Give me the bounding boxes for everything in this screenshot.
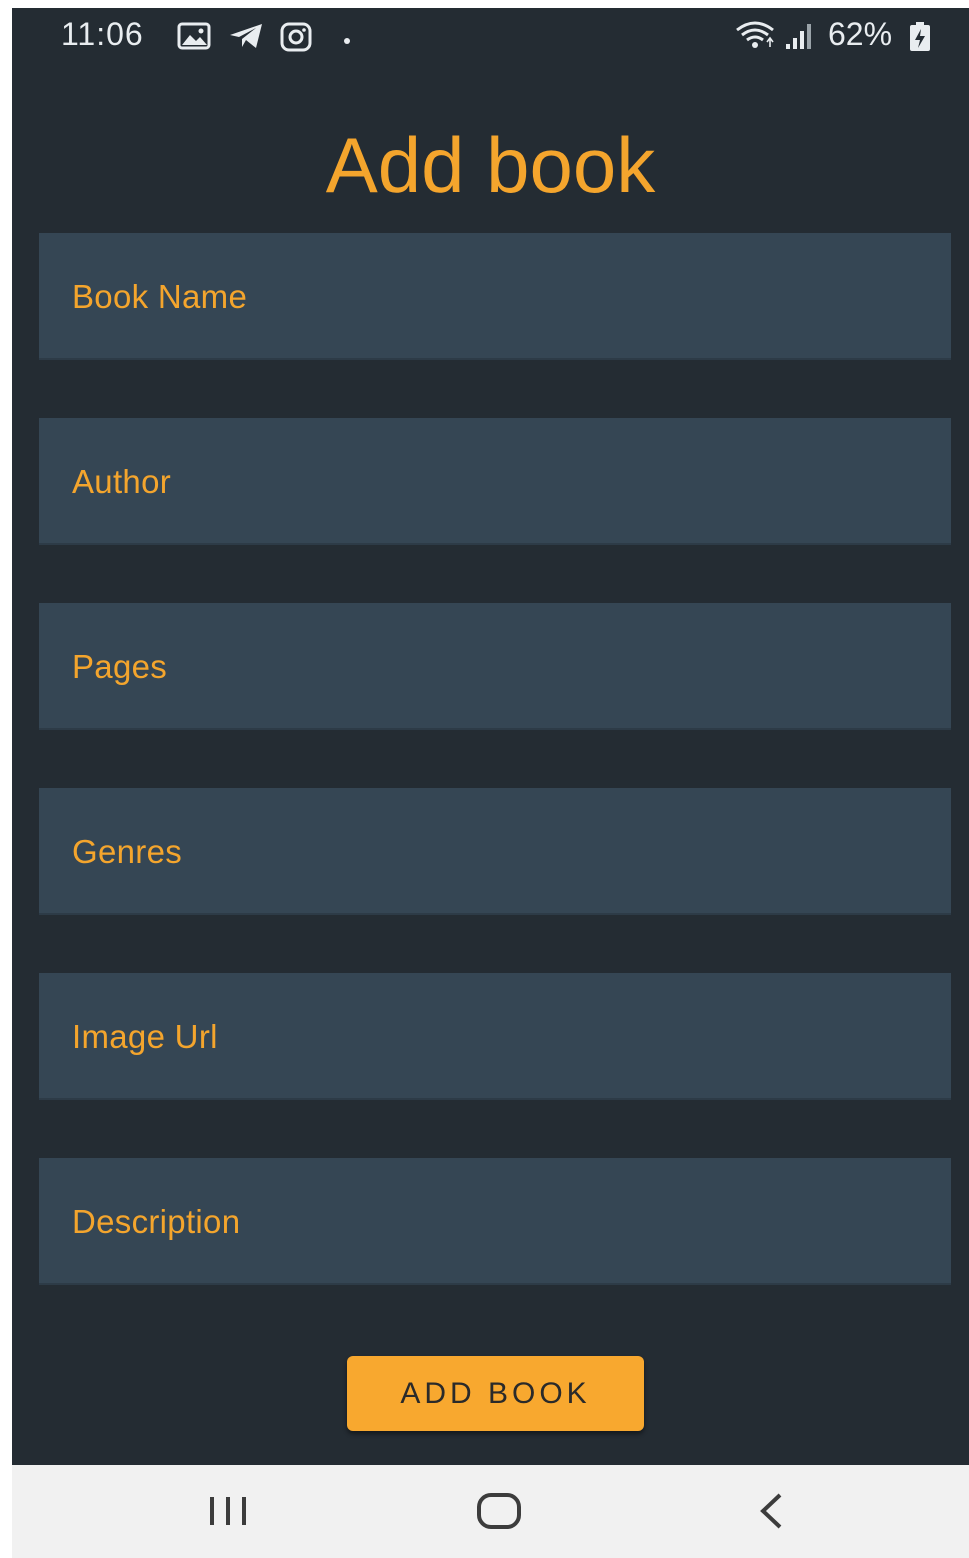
genres-field[interactable]: Genres [39,788,951,915]
navigation-bar [12,1465,969,1558]
image-url-field[interactable]: Image Url [39,973,951,1100]
back-button[interactable] [735,1487,805,1537]
pages-field[interactable]: Pages [39,603,951,730]
status-bar: 11:06 62% [12,8,969,64]
telegram-icon [228,22,264,55]
pages-placeholder: Pages [72,648,168,685]
signal-icon [784,22,814,55]
dot-icon [343,32,351,50]
author-placeholder: Author [72,463,172,500]
genres-placeholder: Genres [72,833,183,870]
gallery-icon [177,22,211,55]
wifi-icon [733,20,777,55]
recent-apps-icon [210,1497,246,1525]
instagram-icon [280,22,312,57]
add-book-button[interactable]: ADD BOOK [347,1356,644,1431]
book-name-field[interactable]: Book Name [39,233,951,360]
description-placeholder: Description [72,1203,241,1240]
home-button[interactable] [464,1487,534,1537]
battery-percentage: 62% [828,16,893,52]
description-field[interactable]: Description [39,1158,951,1285]
image-url-placeholder: Image Url [72,1018,218,1055]
book-name-placeholder: Book Name [72,278,248,315]
app-screen: 11:06 62% Add book Book Name Author Page… [12,8,969,1465]
back-icon [760,1493,782,1529]
home-icon [477,1493,521,1529]
battery-charging-icon [908,21,932,58]
author-field[interactable]: Author [39,418,951,545]
status-time: 11:06 [61,16,144,52]
page-title: Add book [325,121,656,209]
recent-apps-button[interactable] [193,1487,263,1537]
